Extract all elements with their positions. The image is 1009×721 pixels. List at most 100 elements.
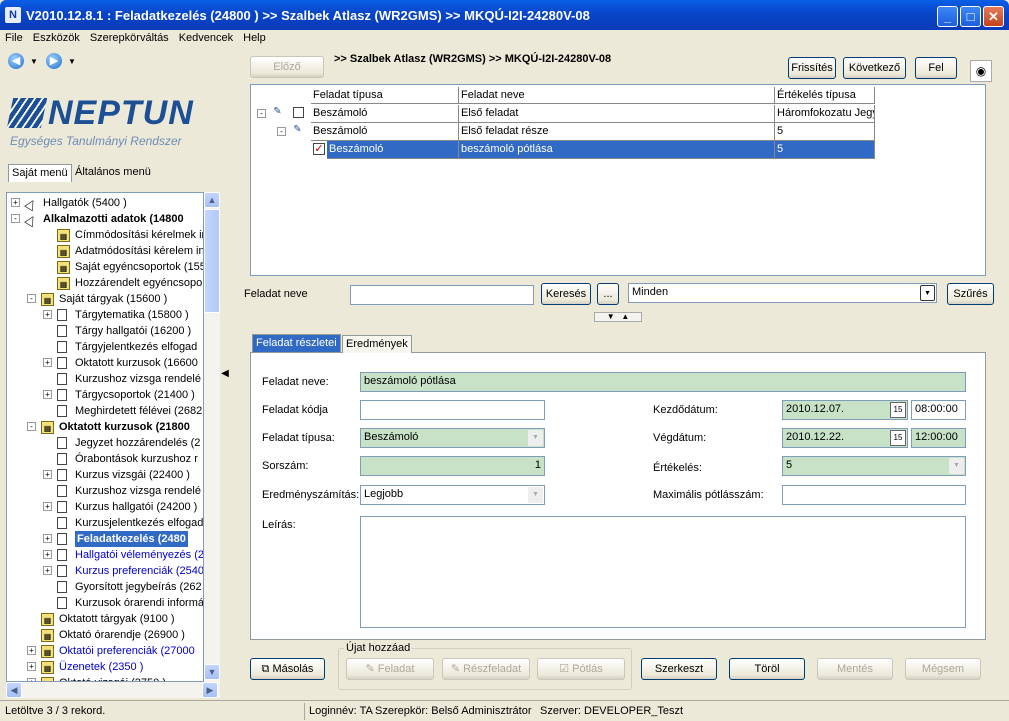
tree-node[interactable]: ▦ Oktató órarendje (26900 ) <box>7 627 203 643</box>
scroll-right-icon[interactable]: ▶ <box>202 682 218 698</box>
collapse-row-icon[interactable]: - <box>257 109 266 118</box>
collapse-icon[interactable]: - <box>27 422 36 431</box>
tree-node[interactable]: ▦ Hozzárendelt egyéncsoportok <box>7 275 203 291</box>
tree-node[interactable]: Tárgyjelentkezés elfogad <box>7 339 203 355</box>
cancel-button[interactable]: Mégsem <box>905 658 981 680</box>
chevron-down-icon[interactable]: ▼ <box>528 487 543 503</box>
tree-node[interactable]: ▦ Saját egyéncsoportok (15500 <box>7 259 203 275</box>
refresh-button[interactable]: Frissítés <box>788 57 836 79</box>
tree-node[interactable]: + Kurzus preferenciák (2540 <box>7 563 203 579</box>
back-icon[interactable]: ◀ <box>8 53 24 69</box>
col-header-name[interactable]: Feladat neve <box>459 87 775 104</box>
tree-node[interactable]: + △ Hallgatók (5400 ) <box>7 195 203 212</box>
tree-node[interactable]: Kurzushoz vizsga rendelé <box>7 371 203 387</box>
chevron-down-icon[interactable]: ▼ <box>528 430 543 446</box>
tree-node[interactable]: + Tárgycsoportok (21400 ) <box>7 387 203 403</box>
tree-node[interactable]: Kurzusok órarendi informá <box>7 595 203 611</box>
row-2-name[interactable]: Első feladat része <box>459 123 775 141</box>
tree-node[interactable]: + Kurzus vizsgái (22400 ) <box>7 467 203 483</box>
expand-icon[interactable]: + <box>43 534 52 543</box>
filter-button[interactable]: Szűrés <box>947 283 994 305</box>
expand-icon[interactable]: + <box>43 566 52 575</box>
end-date-field[interactable]: 2010.12.22. 15 <box>782 428 908 448</box>
collapse-panel-icon[interactable]: ◀ <box>220 360 230 388</box>
add-makeup-button[interactable]: ☑ Pótlás <box>537 658 625 680</box>
collapse-icon[interactable]: - <box>27 294 36 303</box>
expand-icon[interactable]: + <box>11 198 20 207</box>
row-checkbox[interactable] <box>293 107 304 118</box>
scroll-up-icon[interactable]: ▲ <box>204 192 220 208</box>
tree-node[interactable]: Tárgy hallgatói (16200 ) <box>7 323 203 339</box>
tree-vertical-scrollbar[interactable]: ▲ ▼ <box>204 192 220 682</box>
calc-select[interactable]: Legjobb ▼ <box>360 485 545 505</box>
end-time-field[interactable]: 12:00:00 <box>911 428 966 448</box>
calendar-icon[interactable]: 15 <box>890 430 906 446</box>
tree-node[interactable]: + Oktatott kurzusok (16600 <box>7 355 203 371</box>
search-button[interactable]: Keresés <box>541 283 591 305</box>
ellipsis-button[interactable]: ... <box>597 283 619 305</box>
row-1-eval[interactable]: Háromfokozatu Jegy <box>775 105 875 123</box>
maximize-button[interactable]: □ <box>960 6 981 27</box>
tree-node[interactable]: + Kurzus hallgatói (24200 ) <box>7 499 203 515</box>
checked-checkbox-icon[interactable]: ✓ <box>313 143 325 155</box>
task-name-field[interactable]: beszámoló pótlása <box>360 372 966 392</box>
edit-button[interactable]: Szerkeszt <box>641 658 717 680</box>
row-3-type[interactable]: Beszámoló <box>327 141 459 159</box>
evaluation-select[interactable]: 5 ▼ <box>782 456 966 476</box>
tree-node[interactable]: ▦ Oktatott tárgyak (9100 ) <box>7 611 203 627</box>
tree-node[interactable]: Meghirdetett félévei (2682 <box>7 403 203 419</box>
tree-node[interactable]: Órabontások kurzushoz r <box>7 451 203 467</box>
tree-node[interactable]: Kurzushoz vizsga rendelé <box>7 483 203 499</box>
scroll-down-icon[interactable]: ▼ <box>204 664 220 680</box>
menu-favorites[interactable]: Kedvencek <box>174 30 238 46</box>
chevron-down-icon[interactable]: ▼ <box>949 458 964 474</box>
tree-node[interactable]: ▦ Címmódosítási kérelmek indít <box>7 227 203 243</box>
menu-role-switch[interactable]: Szerepkörváltás <box>85 30 174 46</box>
next-button[interactable]: Következő <box>843 57 906 79</box>
tree-node[interactable]: + ▦ Üzenetek (2350 ) <box>7 659 203 675</box>
row-1-name[interactable]: Első feladat <box>459 105 775 123</box>
expand-icon[interactable]: + <box>43 502 52 511</box>
save-button[interactable]: Mentés <box>817 658 893 680</box>
menu-help[interactable]: Help <box>238 30 271 46</box>
col-header-type[interactable]: Feladat típusa <box>311 87 459 104</box>
resize-up-icon[interactable]: ▲ <box>621 312 629 321</box>
tree-horizontal-scrollbar[interactable]: ◀ ▶ <box>6 682 220 698</box>
task-type-select[interactable]: Beszámoló ▼ <box>360 428 545 448</box>
pin-icon[interactable]: ◉ <box>970 60 992 82</box>
max-makeup-field[interactable] <box>782 485 966 505</box>
add-task-button[interactable]: ✎ Feladat <box>346 658 434 680</box>
row-1-type[interactable]: Beszámoló <box>311 105 459 123</box>
order-field[interactable]: 1 <box>360 456 545 476</box>
row-2-type[interactable]: Beszámoló <box>311 123 459 141</box>
tree-node[interactable]: - △ Alkalmazotti adatok (14800 <box>7 211 203 228</box>
tree-node[interactable]: + Tárgytematika (15800 ) <box>7 307 203 323</box>
forward-icon[interactable]: ▶ <box>46 53 62 69</box>
start-time-field[interactable]: 08:00:00 <box>911 400 966 420</box>
expand-icon[interactable]: + <box>43 358 52 367</box>
expand-icon[interactable]: + <box>43 470 52 479</box>
scope-select[interactable]: Minden ▼ <box>628 283 937 303</box>
expand-icon[interactable]: + <box>43 550 52 559</box>
tab-results[interactable]: Eredmények <box>342 335 412 353</box>
tree-node[interactable]: + Feladatkezelés (2480 <box>7 531 203 547</box>
tree-node[interactable]: + ▦ Oktatói preferenciák (27000 <box>7 643 203 659</box>
copy-button[interactable]: ⧉ Másolás <box>250 658 325 680</box>
row-2-eval[interactable]: 5 <box>775 123 875 141</box>
menu-file[interactable]: File <box>0 30 28 46</box>
tree-node[interactable]: ▦ Adatmódosítási kérelem indít <box>7 243 203 259</box>
expand-icon[interactable]: + <box>27 662 36 671</box>
task-code-field[interactable] <box>360 400 545 420</box>
chevron-down-icon[interactable]: ▼ <box>920 285 935 301</box>
col-header-eval[interactable]: Értékelés típusa <box>775 87 875 104</box>
tree-node[interactable]: +▦Oktató vizsgái (2750 ) <box>7 675 203 681</box>
pane-resize-handle[interactable]: ▼ ▲ <box>594 312 642 322</box>
row-3-eval[interactable]: 5 <box>775 141 875 159</box>
tree-node[interactable]: Jegyzet hozzárendelés (2 <box>7 435 203 451</box>
expand-icon[interactable]: + <box>43 390 52 399</box>
filter-name-input[interactable] <box>350 285 534 305</box>
tab-task-details[interactable]: Feladat részletei <box>252 334 341 352</box>
menu-tools[interactable]: Eszközök <box>28 30 85 46</box>
forward-dropdown-icon[interactable]: ▼ <box>68 57 76 66</box>
row-3-name[interactable]: beszámoló pótlása <box>459 141 775 159</box>
